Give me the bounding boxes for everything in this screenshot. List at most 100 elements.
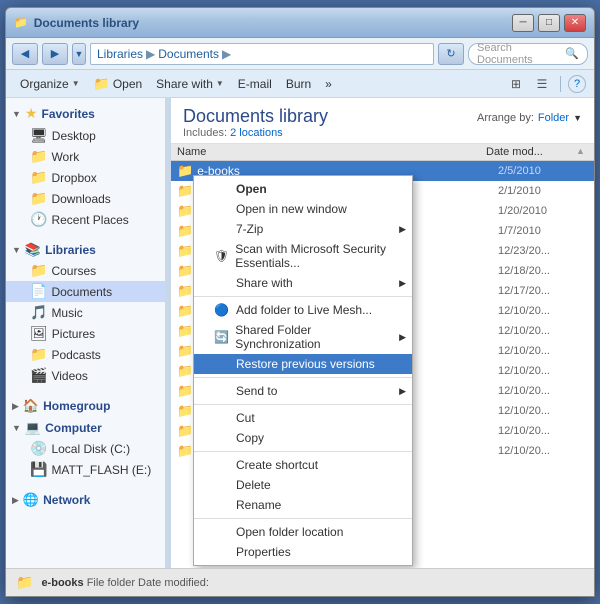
context-menu-item[interactable]: Restore previous versions [194,354,412,374]
favorites-section[interactable]: ▼ ★ Favorites [6,102,165,125]
context-menu-item[interactable]: 🔵Add folder to Live Mesh... [194,300,412,320]
local-disk-icon: 💿 [30,440,47,457]
computer-section[interactable]: ▼ 💻 Computer [6,416,165,438]
network-label: Network [43,493,90,507]
folder-icon: 📁 [177,283,193,299]
toolbar-separator [560,76,561,92]
sidebar-item-podcasts[interactable]: 📁 Podcasts [6,344,165,365]
sidebar-div2 [6,386,165,394]
help-button[interactable]: ? [568,75,586,93]
context-menu-separator [194,451,412,452]
content-area: ▼ ★ Favorites 🖥 Desktop 📁 Work 📁 Dropbox… [6,98,594,568]
context-menu-item[interactable]: Delete [194,475,412,495]
context-menu-item[interactable]: Share with▶ [194,273,412,293]
sidebar-item-local-disk[interactable]: 💿 Local Disk (C:) [6,438,165,459]
arrange-value[interactable]: Folder [538,112,569,124]
network-section[interactable]: ▶ 🌐 Network [6,488,165,510]
view-list-button[interactable]: ☰ [531,74,553,94]
ctx-item-label: Restore previous versions [236,357,375,371]
open-button[interactable]: 📁 Open [88,73,149,95]
recent-button[interactable]: ▼ [72,43,86,65]
organize-arrow: ▼ [72,79,80,88]
status-date-text: Date modified: [138,577,209,589]
locations-link[interactable]: 2 locations [230,127,283,139]
context-menu-item[interactable]: Open [194,179,412,199]
sidebar-item-pictures[interactable]: 🖼 Pictures [6,323,165,344]
view-options-button[interactable]: ⊞ [505,74,527,94]
homegroup-icon: 🏠 [23,398,39,414]
breadcrumb-libraries[interactable]: Libraries [97,47,143,61]
sidebar-item-downloads[interactable]: 📁 Downloads [6,188,165,209]
work-icon: 📁 [30,148,47,165]
sidebar-item-courses[interactable]: 📁 Courses [6,260,165,281]
back-button[interactable]: ◀ [12,43,38,65]
folder-icon: 📁 [177,323,193,339]
context-menu-item[interactable]: Copy [194,428,412,448]
arrange-by: Arrange by: Folder ▼ [477,112,582,124]
arrange-arrow-icon: ▼ [573,113,582,123]
address-bar: ◀ ▶ ▼ Libraries ▶ Documents ▶ ↻ Search D… [6,38,594,70]
more-button[interactable]: » [319,73,338,95]
forward-button[interactable]: ▶ [42,43,68,65]
folder-icon: 📁 [177,383,193,399]
homegroup-section[interactable]: ▶ 🏠 Homegroup [6,394,165,416]
libraries-section[interactable]: ▼ 📚 Libraries [6,238,165,260]
videos-icon: 🎬 [30,367,47,384]
minimize-button[interactable]: ─ [512,14,534,32]
close-button[interactable]: ✕ [564,14,586,32]
column-headers: Name Date mod... ▲ [171,144,594,161]
sidebar-item-work[interactable]: 📁 Work [6,146,165,167]
folder-icon: 📁 [177,343,193,359]
context-menu-item[interactable]: Send to▶ [194,381,412,401]
folder-icon: 📁 [177,423,193,439]
context-menu-item[interactable]: 🛡Scan with Microsoft Security Essentials… [194,239,412,273]
ctx-item-label: Properties [236,545,291,559]
folder-icon: 📁 [177,163,193,179]
folder-icon: 📁 [177,303,193,319]
address-path[interactable]: Libraries ▶ Documents ▶ [90,43,434,65]
context-menu-item[interactable]: Cut [194,408,412,428]
context-menu-item[interactable]: Create shortcut [194,455,412,475]
sidebar-item-recent-places[interactable]: 🕐 Recent Places [6,209,165,230]
folder-icon: 📁 [177,263,193,279]
documents-icon: 📄 [30,283,47,300]
ctx-item-label: Open [236,182,267,196]
sidebar-item-videos[interactable]: 🎬 Videos [6,365,165,386]
network-icon: 🌐 [23,492,39,508]
ctx-item-label: Create shortcut [236,458,318,472]
refresh-button[interactable]: ↻ [438,43,464,65]
ctx-item-icon: 🔄 [214,330,229,344]
open-icon: 📁 [94,76,110,92]
ctx-item-label: Copy [236,431,264,445]
libraries-expand-icon: ▼ [12,245,21,255]
sidebar-item-flash[interactable]: 💾 MATT_FLASH (E:) [6,459,165,480]
context-menu-item[interactable]: 7-Zip▶ [194,219,412,239]
burn-button[interactable]: Burn [280,73,317,95]
col-date-header[interactable]: Date mod... [486,146,576,158]
ctx-item-label: Share with [236,276,293,290]
ctx-item-label: Send to [236,384,277,398]
sidebar-item-documents[interactable]: 📄 Documents [6,281,165,302]
organize-button[interactable]: Organize ▼ [14,73,86,95]
context-menu-item[interactable]: 🔄Shared Folder Synchronization▶ [194,320,412,354]
share-with-button[interactable]: Share with ▼ [150,73,230,95]
ctx-submenu-arrow: ▶ [399,224,406,235]
folder-icon: 📁 [177,243,193,259]
breadcrumb-documents[interactable]: Documents [158,47,219,61]
search-box[interactable]: Search Documents 🔍 [468,43,588,65]
dropbox-icon: 📁 [30,169,47,186]
sidebar-item-dropbox[interactable]: 📁 Dropbox [6,167,165,188]
context-menu-item[interactable]: Open folder location [194,522,412,542]
col-name-header[interactable]: Name [177,146,486,158]
sidebar-item-desktop[interactable]: 🖥 Desktop [6,125,165,146]
title-bar: 📁 Documents library ─ □ ✕ [6,8,594,38]
context-menu-separator [194,518,412,519]
ctx-item-label: Cut [236,411,255,425]
context-menu-item[interactable]: Properties [194,542,412,562]
folder-icon: 📁 [177,203,193,219]
context-menu-item[interactable]: Rename [194,495,412,515]
context-menu-item[interactable]: Open in new window [194,199,412,219]
sidebar-item-music[interactable]: 🎵 Music [6,302,165,323]
email-button[interactable]: E-mail [232,73,278,95]
maximize-button[interactable]: □ [538,14,560,32]
